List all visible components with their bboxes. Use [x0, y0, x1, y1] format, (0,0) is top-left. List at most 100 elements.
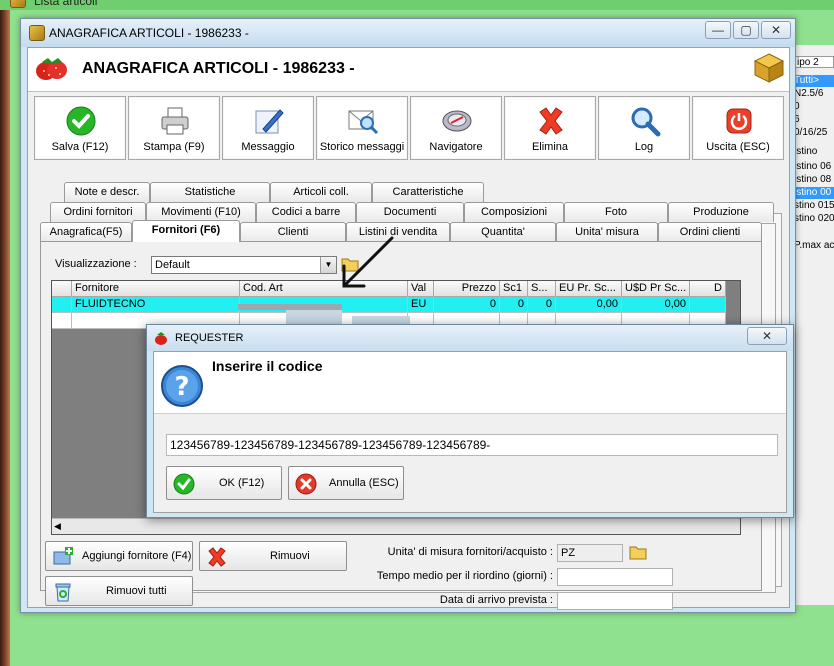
button-label: Navigatore	[429, 141, 483, 153]
table-cell[interactable]: 0	[434, 297, 500, 313]
navigatore-button[interactable]: Navigatore	[410, 96, 502, 160]
requester-dialog: REQUESTER ✕ ? Inserire il codice 1234567…	[146, 324, 794, 518]
data-arrivo-label: Data di arrivo prevista :	[439, 594, 553, 606]
annotation-arrow-icon	[342, 236, 394, 288]
background-list-item[interactable]: istino 06	[794, 161, 834, 173]
grid-corner	[52, 281, 72, 297]
annulla-button[interactable]: Annulla (ESC)	[288, 466, 404, 500]
uscita-button[interactable]: Uscita (ESC)	[692, 96, 784, 160]
strawberry-logo-icon	[36, 58, 67, 80]
tab-movimenti[interactable]: Movimenti (F10)	[146, 202, 256, 222]
table-cell[interactable]: 0	[528, 297, 556, 313]
background-list-item[interactable]: stino 020	[794, 213, 834, 225]
salva-button[interactable]: Salva (F12)	[34, 96, 126, 160]
tab-ordini-fornitori[interactable]: Ordini fornitori	[50, 202, 146, 222]
tempo-riordino-label: Tempo medio per il riordino (giorni) :	[376, 570, 553, 582]
question-icon: ?	[161, 365, 203, 407]
grid-horizontal-scrollbar[interactable]: ◀	[52, 518, 740, 534]
visualizzazione-label: Visualizzazione :	[55, 258, 137, 270]
tab-documenti[interactable]: Documenti	[356, 202, 464, 222]
table-cell[interactable]: FLUIDTECNO	[72, 297, 240, 313]
table-cell[interactable]: 0	[500, 297, 528, 313]
column-header[interactable]: Val	[408, 281, 434, 297]
button-label: Storico messaggi	[319, 141, 405, 153]
rimuovi-tutti-button[interactable]: Rimuovi tutti	[45, 576, 193, 606]
tab-ordini-clienti[interactable]: Ordini clienti	[658, 222, 762, 242]
data-arrivo-field[interactable]	[557, 592, 673, 610]
main-toolbar: Salva (F12) Stampa (F9) Messaggio Storic…	[34, 96, 784, 162]
tab-codici-a-barre[interactable]: Codici a barre	[256, 202, 356, 222]
tab-quantita[interactable]: Quantita'	[450, 222, 556, 242]
tab-caratteristiche[interactable]: Caratteristiche	[372, 182, 484, 202]
column-header[interactable]: U$D Pr Sc...	[622, 281, 690, 297]
tab-unita-misura[interactable]: Unita' misura	[556, 222, 658, 242]
close-button[interactable]: ✕	[761, 21, 791, 39]
background-list-item[interactable]: istino 00	[794, 187, 834, 199]
rimuovi-button[interactable]: Rimuovi	[199, 541, 347, 571]
button-label: Salva (F12)	[51, 141, 109, 153]
codice-input[interactable]: 123456789-123456789-123456789-123456789-…	[166, 434, 778, 456]
scroll-left-icon[interactable]: ◀	[54, 521, 61, 532]
requester-title-bar[interactable]: REQUESTER ✕	[147, 325, 793, 351]
tab-anagrafica[interactable]: Anagrafica(F5)	[40, 222, 132, 242]
header-panel: ANAGRAFICA ARTICOLI - 1986233 -	[28, 48, 789, 92]
stampa-button[interactable]: Stampa (F9)	[128, 96, 220, 160]
tab-statistiche[interactable]: Statistiche	[150, 182, 270, 202]
background-title-bar[interactable]	[0, 0, 834, 10]
tab-note-descr[interactable]: Note e descr.	[64, 182, 150, 202]
svg-text:?: ?	[174, 372, 189, 402]
messaggio-button[interactable]: Messaggio	[222, 96, 314, 160]
table-cell[interactable]: 0,00	[622, 297, 690, 313]
background-list-item[interactable]: 0	[794, 101, 834, 113]
column-header[interactable]: D	[690, 281, 726, 297]
table-cell[interactable]	[690, 297, 726, 313]
column-header[interactable]: Fornitore	[72, 281, 240, 297]
column-header[interactable]: EU Pr. Sc...	[556, 281, 622, 297]
minimize-button[interactable]: —	[705, 21, 731, 39]
main-title-bar[interactable]: ANAGRAFICA ARTICOLI - 1986233 - — ▢ ✕	[21, 19, 795, 47]
header-title: ANAGRAFICA ARTICOLI - 1986233 -	[82, 60, 355, 77]
unita-misura-field[interactable]: PZ	[557, 544, 623, 562]
ok-button[interactable]: OK (F12)	[166, 466, 282, 500]
tempo-riordino-field[interactable]	[557, 568, 673, 586]
unita-misura-label: Unita' di misura fornitori/acquisto :	[387, 546, 553, 558]
folder-icon[interactable]	[629, 544, 647, 560]
column-header[interactable]: Prezzo	[434, 281, 500, 297]
aggiungi-fornitore-button[interactable]: Aggiungi fornitore (F4)	[45, 541, 193, 571]
background-list-item[interactable]: Tutti>	[794, 75, 834, 87]
button-label: Aggiungi fornitore (F4)	[82, 550, 192, 562]
background-list-item[interactable]: P.max ac	[794, 240, 834, 252]
background-list-item[interactable]: 6	[794, 114, 834, 126]
add-supplier-icon	[53, 547, 73, 565]
elimina-button[interactable]: Elimina	[504, 96, 596, 160]
background-list-item[interactable]: N2.5/6	[794, 88, 834, 100]
package-icon	[753, 53, 785, 83]
storico-messaggi-button[interactable]: Storico messaggi	[316, 96, 408, 160]
column-header[interactable]: S...	[528, 281, 556, 297]
tab-articoli-coll[interactable]: Articoli coll.	[270, 182, 372, 202]
background-list-item[interactable]: istino	[794, 146, 834, 158]
background-list-item[interactable]: istino 08	[794, 174, 834, 186]
tab-composizioni[interactable]: Composizioni	[464, 202, 564, 222]
close-button[interactable]: ✕	[747, 327, 787, 345]
column-header[interactable]: Sc1	[500, 281, 528, 297]
recycle-bin-icon	[55, 583, 71, 602]
table-cell[interactable]: EU	[408, 297, 434, 313]
tab-produzione[interactable]: Produzione	[668, 202, 774, 222]
background-list-item[interactable]: 0/16/25	[794, 127, 834, 139]
tab-foto[interactable]: Foto	[564, 202, 668, 222]
background-list-item[interactable]: stino 015	[794, 200, 834, 212]
delete-x-icon	[208, 547, 226, 567]
background-window-title: Lista articoli	[34, 0, 98, 8]
maximize-button[interactable]: ▢	[733, 21, 759, 39]
table-cell[interactable]: 0,00	[556, 297, 622, 313]
visualizzazione-select[interactable]: Default ▼	[151, 256, 337, 274]
row-indicator[interactable]	[52, 313, 72, 329]
background-type-combo[interactable]: ipo 2	[794, 56, 834, 68]
check-icon	[66, 106, 96, 136]
tab-fornitori[interactable]: Fornitori (F6)	[132, 220, 240, 242]
row-indicator[interactable]	[52, 297, 72, 313]
log-button[interactable]: Log	[598, 96, 690, 160]
mail-search-icon	[348, 110, 379, 135]
requester-prompt: Inserire il codice	[212, 358, 323, 374]
